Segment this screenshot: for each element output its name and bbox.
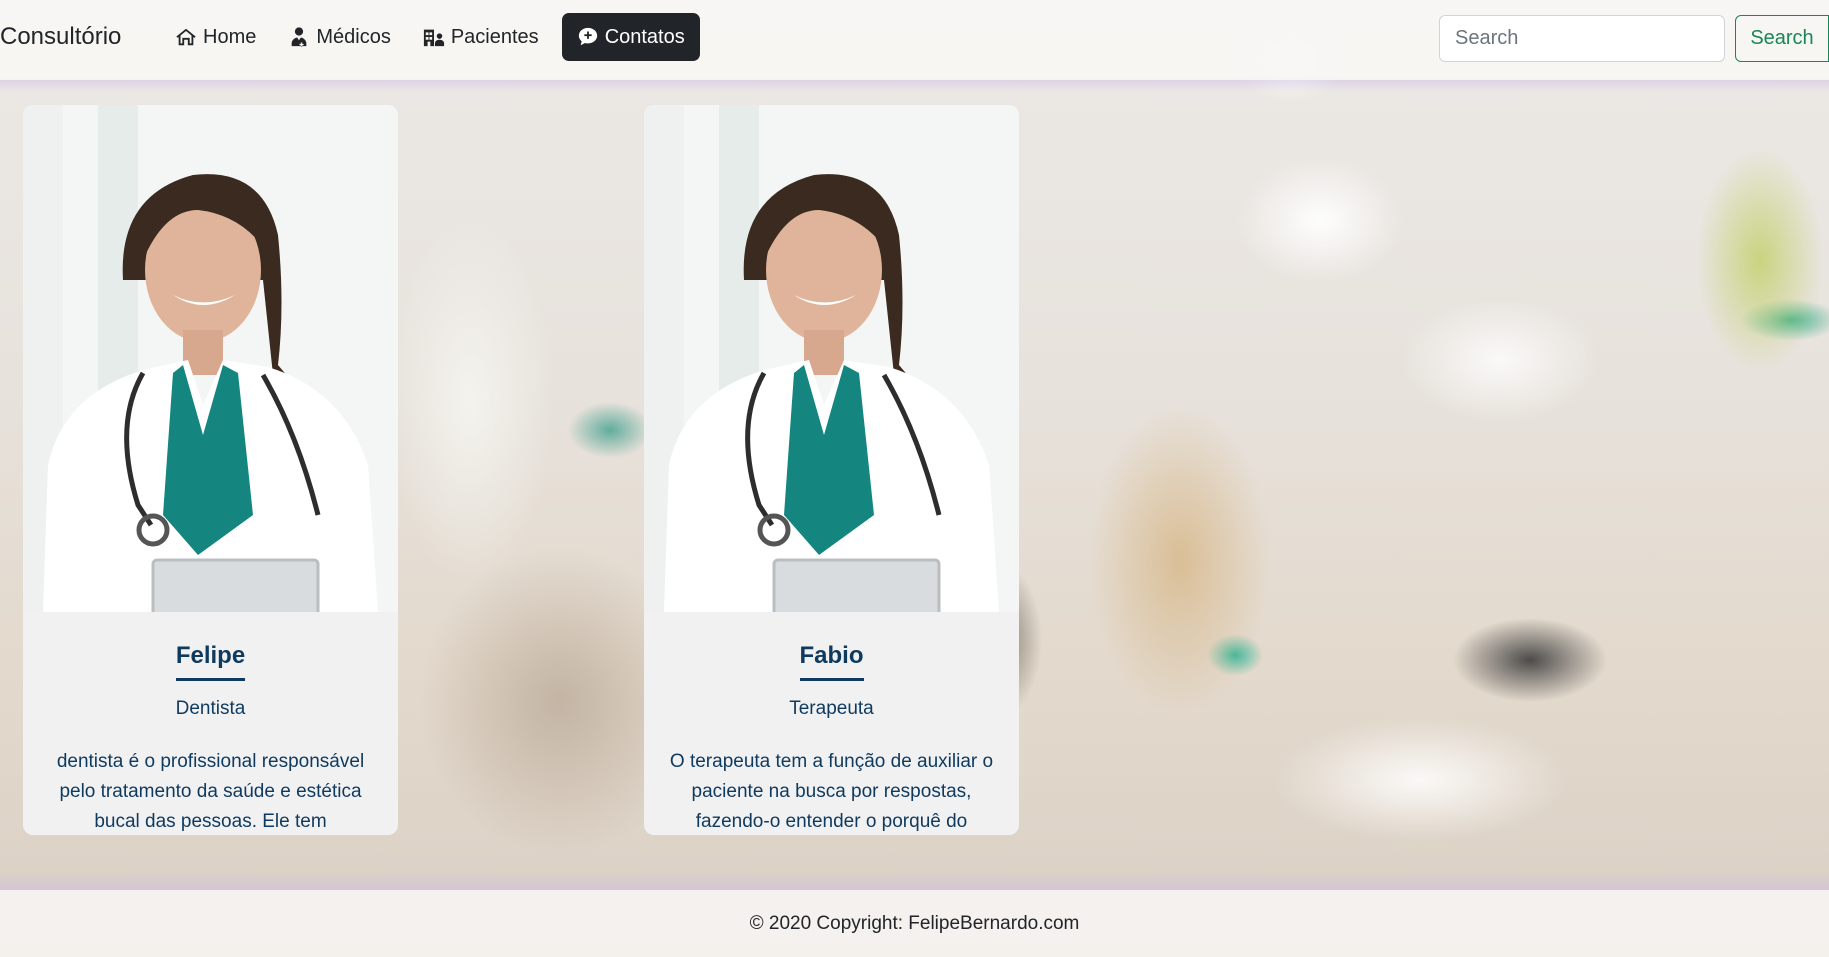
nav-medicos-link[interactable]: Médicos xyxy=(273,13,405,61)
doctor-photo xyxy=(23,105,398,612)
hospital-users-icon xyxy=(423,29,444,47)
footer: © 2020 Copyright: FelipeBernardo.com xyxy=(0,890,1829,957)
card-body: Fabio Terapeuta O terapeuta tem a função… xyxy=(644,612,1019,835)
nav-home-label: Home xyxy=(203,25,257,48)
card-description: dentista é o profissional responsável pe… xyxy=(56,751,365,832)
card-name: Fabio xyxy=(799,642,864,681)
nav-pacientes-label: Pacientes xyxy=(450,25,539,48)
doctor-icon xyxy=(292,27,307,47)
nav-home-link[interactable]: Home xyxy=(160,13,271,61)
doctor-card: Fabio Terapeuta O terapeuta tem a função… xyxy=(644,105,1019,835)
nav-pacientes-link[interactable]: Pacientes xyxy=(408,13,554,61)
nav-medicos-label: Médicos xyxy=(316,25,391,48)
card-description: O terapeuta tem a função de auxiliar o p… xyxy=(669,751,994,832)
nav-contatos-label: Contatos xyxy=(604,25,685,48)
nav-links: Home Médicos Pacientes Contatos xyxy=(160,13,702,61)
search-input[interactable] xyxy=(1439,15,1725,62)
card-role: Dentista xyxy=(175,698,246,719)
search-button[interactable]: Search xyxy=(1735,15,1829,62)
doctor-photo xyxy=(644,105,1019,612)
chat-icon xyxy=(578,27,597,46)
footer-copyright: © 2020 Copyright: FelipeBernardo.com xyxy=(749,912,1080,934)
navbar: Consultório Home Médicos Pacientes Conta… xyxy=(0,0,1829,80)
card-name: Felipe xyxy=(175,642,246,681)
doctor-card: Felipe Dentista dentista é o profissiona… xyxy=(23,105,398,835)
card-body: Felipe Dentista dentista é o profissiona… xyxy=(23,612,398,835)
card-role: Terapeuta xyxy=(789,698,874,719)
nav-contatos-link[interactable]: Contatos xyxy=(561,13,700,61)
home-icon xyxy=(176,28,196,46)
brand-title[interactable]: Consultório xyxy=(0,22,121,52)
